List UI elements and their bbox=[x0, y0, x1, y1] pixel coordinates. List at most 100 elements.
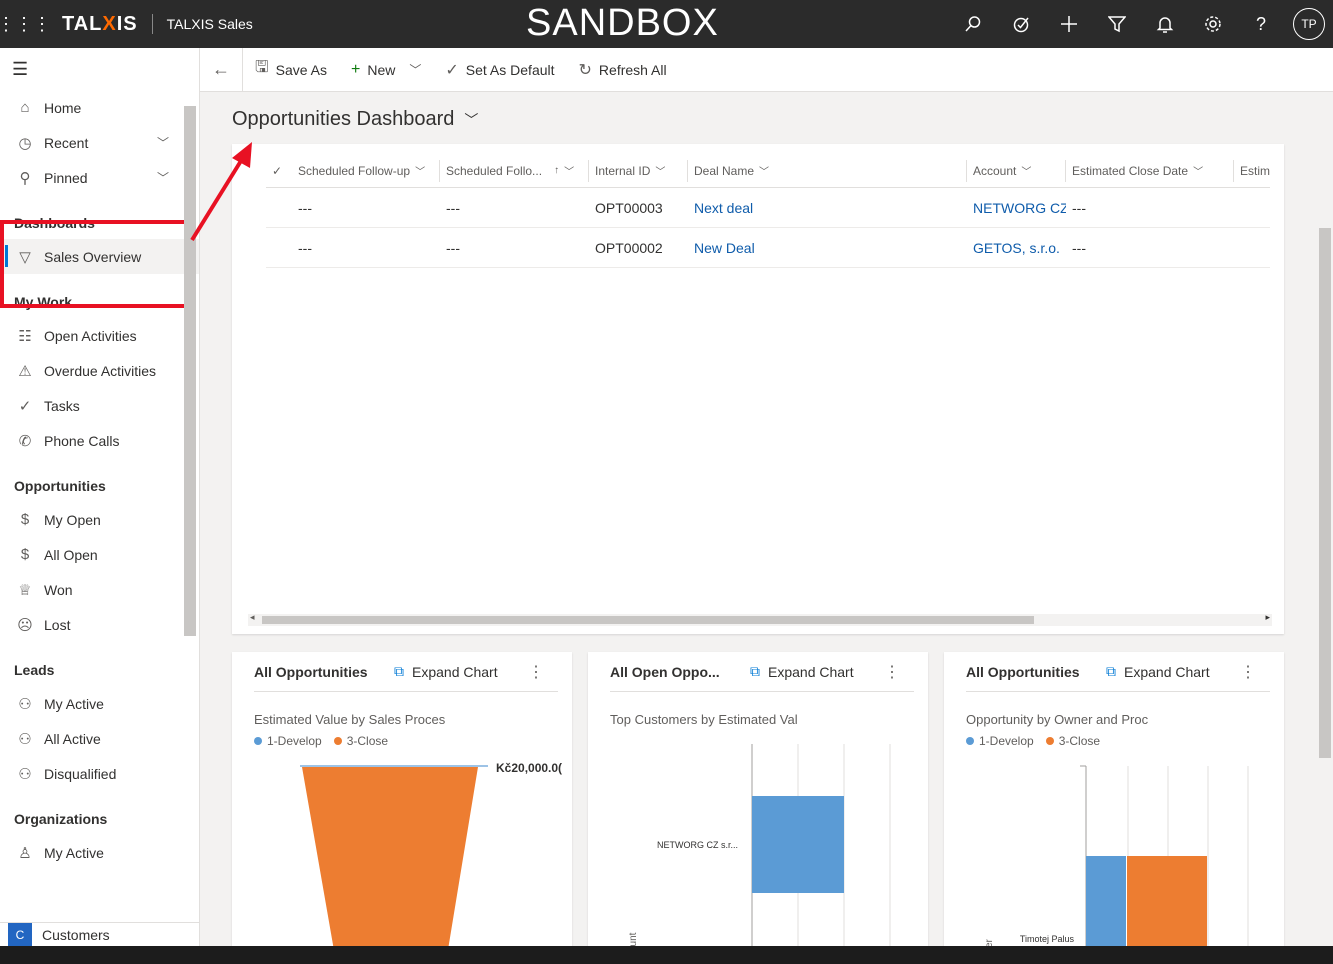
bar[interactable] bbox=[752, 796, 844, 893]
area-badge: C bbox=[8, 922, 32, 946]
sidebar-item-won[interactable]: ♕ Won bbox=[0, 572, 199, 607]
chart-title: All Opportunities bbox=[254, 663, 368, 680]
chevron-down-icon[interactable]: ﹀ bbox=[157, 134, 169, 151]
section-title-opportunities: Opportunities bbox=[14, 478, 106, 494]
chevron-down-icon: ﹀ bbox=[464, 111, 479, 128]
avatar[interactable]: TP bbox=[1293, 8, 1325, 40]
sidebar-item-label: Tasks bbox=[44, 397, 80, 414]
lead-icon: ⚇ bbox=[18, 730, 32, 748]
account-link[interactable]: NETWORG CZ bbox=[967, 200, 1066, 216]
data-label: Kč20,000.0( bbox=[496, 761, 562, 775]
sidebar-item-all-active-leads[interactable]: ⚇ All Active bbox=[0, 721, 199, 756]
dollar-icon: $ bbox=[20, 511, 30, 528]
set-as-default-button[interactable]: ✓ Set As Default bbox=[433, 48, 566, 92]
category-label: Timotej Palus bbox=[1020, 934, 1075, 944]
sidebar-item-overdue-activities[interactable]: ⚠ Overdue Activities bbox=[0, 353, 199, 388]
scrollbar-thumb[interactable] bbox=[262, 616, 1034, 624]
new-button[interactable]: + New ﹀ bbox=[339, 48, 433, 92]
hamburger-icon[interactable]: ☰ bbox=[0, 48, 199, 90]
check-icon: ✓ bbox=[445, 61, 459, 79]
filter-icon[interactable] bbox=[1093, 0, 1141, 48]
sidebar-item-home[interactable]: ⌂ Home bbox=[0, 90, 199, 125]
sidebar-item-lost[interactable]: ☹ Lost bbox=[0, 607, 199, 642]
refresh-all-button[interactable]: ↻ Refresh All bbox=[567, 48, 679, 92]
table-row[interactable]: --- --- OPT00002 New Deal GETOS, s.r.o. … bbox=[266, 228, 1270, 268]
column-header[interactable]: Scheduled Follow-up ﹀ bbox=[292, 159, 440, 182]
horizontal-scrollbar[interactable]: ◂ ▸ bbox=[248, 612, 1272, 626]
chevron-down-icon[interactable]: ﹀ bbox=[409, 61, 421, 78]
expand-chart-button[interactable]: ⧉ Expand Chart bbox=[394, 663, 498, 680]
more-options-icon[interactable]: ⋮ bbox=[884, 662, 900, 682]
bar-develop[interactable] bbox=[1086, 856, 1126, 952]
deal-name-link[interactable]: Next deal bbox=[688, 200, 967, 216]
deal-name-link[interactable]: New Deal bbox=[688, 240, 967, 256]
select-all-checkbox[interactable]: ✓ bbox=[266, 160, 292, 182]
save-as-button[interactable]: 🖫 Save As bbox=[243, 48, 339, 92]
sidebar-item-label: Overdue Activities bbox=[44, 362, 157, 379]
bar-close[interactable] bbox=[1127, 856, 1207, 952]
category-label: NETWORG CZ s.r... bbox=[657, 840, 738, 850]
funnel-close-stage[interactable] bbox=[302, 767, 478, 952]
sidebar-item-label: Home bbox=[44, 99, 82, 116]
column-header[interactable]: Estimated Close Date ﹀ bbox=[1066, 159, 1234, 182]
column-header[interactable]: Internal ID ﹀ bbox=[589, 159, 688, 182]
sidebar-item-my-open[interactable]: $ My Open bbox=[0, 502, 199, 537]
help-icon[interactable]: ? bbox=[1237, 0, 1285, 48]
scroll-left-icon[interactable]: ◂ bbox=[250, 612, 255, 623]
sidebar-item-my-active-orgs[interactable]: ♙ My Active bbox=[0, 835, 199, 870]
area-switcher[interactable]: C Customers bbox=[0, 922, 199, 946]
chart-legend: 1-Develop 3-Close bbox=[966, 734, 1100, 748]
home-icon: ⌂ bbox=[20, 99, 30, 116]
legend-item[interactable]: 1-Develop bbox=[254, 734, 322, 748]
legend-item[interactable]: 3-Close bbox=[333, 734, 388, 748]
legend-item[interactable]: 1-Develop bbox=[966, 734, 1034, 748]
column-header[interactable]: Deal Name ﹀ bbox=[688, 159, 967, 182]
sidebar-item-label: All Open bbox=[44, 546, 98, 563]
sidebar-item-disqualified[interactable]: ⚇ Disqualified bbox=[0, 756, 199, 791]
sidebar-item-open-activities[interactable]: ☷ Open Activities bbox=[0, 318, 199, 353]
brand-logo[interactable]: TALXIS bbox=[62, 13, 138, 36]
back-arrow-icon[interactable]: ← bbox=[200, 47, 243, 92]
dashboard-selector[interactable]: Opportunities Dashboard ﹀ bbox=[232, 108, 478, 131]
sidebar-item-recent[interactable]: ◷ Recent ﹀ bbox=[0, 125, 199, 160]
save-icon: 🖫 bbox=[255, 59, 269, 76]
sidebar-item-my-active-leads[interactable]: ⚇ My Active bbox=[0, 686, 199, 721]
column-header[interactable]: Estim bbox=[1234, 160, 1270, 182]
sidebar-item-label: My Active bbox=[44, 695, 104, 712]
sidebar-item-phone-calls[interactable]: ✆ Phone Calls bbox=[0, 423, 199, 458]
sidebar-item-pinned[interactable]: ⚲ Pinned ﹀ bbox=[0, 160, 199, 195]
scroll-right-icon[interactable]: ▸ bbox=[1265, 612, 1270, 623]
sort-ascending-icon: ↑ bbox=[554, 165, 560, 176]
chart-card-estimated-value: All Opportunities ⧉ Expand Chart ⋮ Estima… bbox=[232, 652, 572, 952]
legend-item[interactable]: 3-Close bbox=[1045, 734, 1100, 748]
assistant-icon[interactable] bbox=[997, 0, 1045, 48]
main-scrollbar[interactable] bbox=[1319, 228, 1331, 758]
chevron-down-icon[interactable]: ﹀ bbox=[157, 169, 169, 186]
account-link[interactable]: GETOS, s.r.o. bbox=[967, 240, 1066, 256]
bell-icon[interactable] bbox=[1141, 0, 1189, 48]
chevron-down-icon: ﹀ bbox=[1021, 167, 1032, 178]
lead-icon: ⚇ bbox=[18, 765, 32, 783]
add-icon[interactable] bbox=[1045, 0, 1093, 48]
search-icon[interactable] bbox=[949, 0, 997, 48]
expand-chart-button[interactable]: ⧉ Expand Chart bbox=[1106, 663, 1210, 680]
column-header[interactable]: Account ﹀ bbox=[967, 159, 1066, 182]
main-content: Opportunities Dashboard ﹀ ✓ Scheduled Fo… bbox=[200, 92, 1333, 952]
gear-icon[interactable] bbox=[1189, 0, 1237, 48]
sidebar-item-label: Disqualified bbox=[44, 765, 117, 782]
more-options-icon[interactable]: ⋮ bbox=[528, 662, 544, 682]
sidebar-scrollbar[interactable] bbox=[184, 106, 196, 636]
expand-chart-button[interactable]: ⧉ Expand Chart bbox=[750, 663, 854, 680]
column-header[interactable]: Scheduled Follo... ↑ ﹀ bbox=[440, 159, 589, 182]
app-launcher-icon[interactable]: ⋮⋮⋮ bbox=[0, 0, 51, 48]
sidebar-item-label: Lost bbox=[44, 616, 71, 633]
more-options-icon[interactable]: ⋮ bbox=[1240, 662, 1256, 682]
clock-icon: ◷ bbox=[18, 134, 32, 152]
sidebar-item-all-open[interactable]: $ All Open bbox=[0, 537, 199, 572]
app-name[interactable]: TALXIS Sales bbox=[167, 16, 253, 32]
sidebar-item-tasks[interactable]: ✓ Tasks bbox=[0, 388, 199, 423]
table-row[interactable]: --- --- OPT00003 Next deal NETWORG CZ --… bbox=[266, 188, 1270, 228]
sidebar-item-label: My Open bbox=[44, 511, 101, 528]
divider bbox=[151, 14, 153, 34]
expand-icon: ⧉ bbox=[1106, 663, 1116, 679]
